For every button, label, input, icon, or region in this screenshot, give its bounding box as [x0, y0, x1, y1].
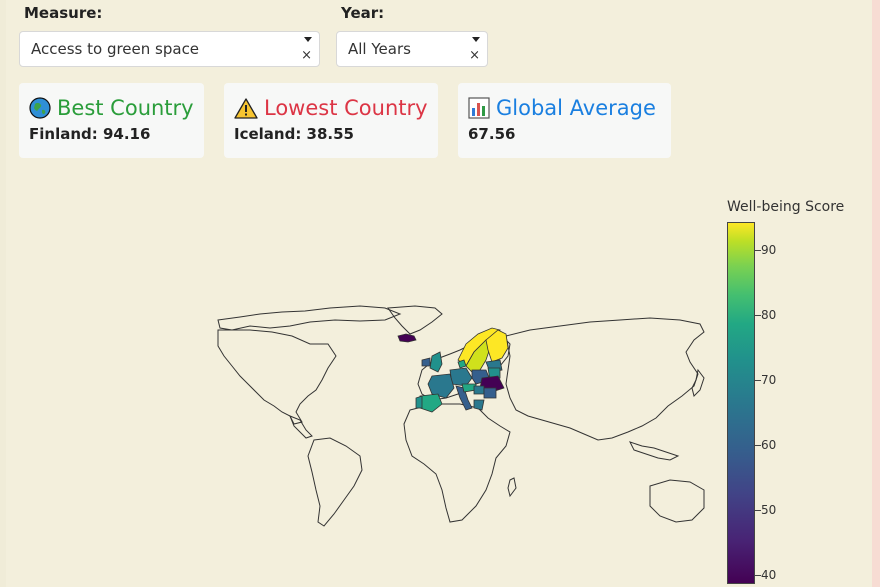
north-america — [217, 329, 337, 425]
colorbar-tick-label: 60 — [761, 438, 777, 452]
measure-selected-value: Access to green space — [31, 40, 200, 58]
iceland[interactable] — [397, 333, 417, 343]
best-country-title: Best Country — [57, 96, 194, 120]
chevron-down-icon[interactable] — [304, 37, 312, 42]
africa — [403, 403, 511, 523]
best-country-card: Best Country Finland: 94.16 — [19, 83, 204, 158]
colorbar-tick-label: 80 — [761, 308, 777, 322]
romania-region[interactable] — [483, 387, 497, 399]
central-america — [289, 415, 313, 439]
year-selected-value: All Years — [348, 40, 411, 58]
denmark[interactable] — [457, 359, 467, 369]
united-kingdom[interactable] — [429, 351, 443, 373]
arctic-islands — [217, 305, 402, 331]
warning-icon — [234, 98, 258, 119]
scrollbar-track[interactable] — [872, 0, 880, 587]
clear-icon[interactable]: × — [301, 49, 312, 63]
clear-icon[interactable]: × — [469, 49, 480, 63]
colorbar-tick-label: 40 — [761, 568, 777, 582]
world-choropleth-map[interactable] — [210, 300, 710, 560]
australia — [649, 479, 705, 523]
germany[interactable] — [449, 367, 473, 387]
colorbar-title: Well-being Score — [727, 199, 845, 215]
madagascar — [507, 477, 517, 498]
best-country-value: Finland: 94.16 — [29, 125, 151, 143]
hungary-region[interactable] — [473, 385, 485, 395]
asia — [505, 317, 705, 441]
ireland[interactable] — [421, 357, 431, 367]
lowest-country-value: Iceland: 38.55 — [234, 125, 354, 143]
colorbar-tick-label: 70 — [761, 373, 777, 387]
colorbar-tick-label: 50 — [761, 503, 777, 517]
lowest-country-title: Lowest Country — [264, 96, 428, 120]
global-average-value: 67.56 — [468, 125, 516, 143]
southeast-asia-islands — [629, 441, 680, 461]
chevron-down-icon[interactable] — [472, 37, 480, 42]
global-average-title: Global Average — [496, 96, 656, 120]
measure-dropdown[interactable]: Access to green space × — [19, 31, 320, 67]
south-america — [307, 437, 363, 527]
global-average-card: Global Average 67.56 — [458, 83, 671, 158]
greece-region[interactable] — [473, 399, 485, 411]
lowest-country-card: Lowest Country Iceland: 38.55 — [224, 83, 438, 158]
portugal[interactable] — [415, 395, 423, 409]
measure-label: Measure: — [24, 4, 103, 22]
spain[interactable] — [419, 393, 443, 413]
greenland — [387, 305, 443, 335]
page-margin — [0, 0, 6, 587]
bar-chart-icon — [468, 97, 490, 119]
colorbar-tick-label: 90 — [761, 243, 777, 257]
year-label: Year: — [341, 4, 385, 22]
year-dropdown[interactable]: All Years × — [336, 31, 488, 67]
globe-icon — [29, 97, 51, 119]
colorbar — [727, 222, 755, 584]
